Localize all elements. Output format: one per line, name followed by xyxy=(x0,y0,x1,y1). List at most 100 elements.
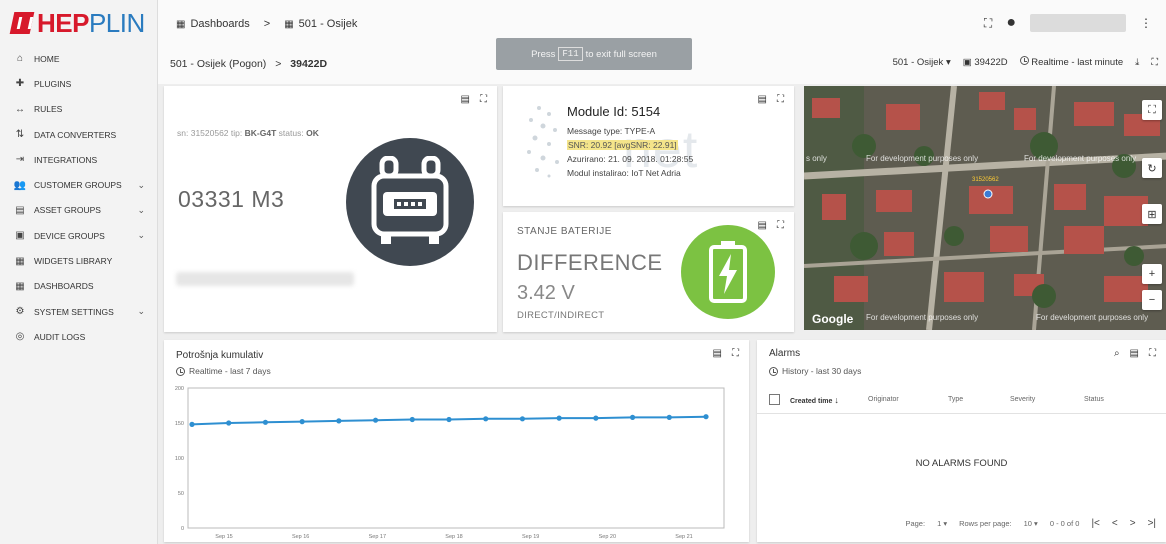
fullscreen-icon[interactable]: ⛶ xyxy=(777,220,784,231)
export-icon[interactable]: ▤ xyxy=(461,94,470,105)
map-widget[interactable]: 31520562 s only For development purposes… xyxy=(804,86,1166,330)
entity-device[interactable]: ▣ 39422D xyxy=(963,57,1008,68)
rows-per-page-select[interactable]: 10 ▾ xyxy=(1024,519,1038,528)
alarms-title: Alarms xyxy=(769,348,801,359)
chevron-down-icon[interactable]: ⌄ xyxy=(137,205,145,216)
sidebar-item-rules[interactable]: ↔ RULES xyxy=(0,97,157,122)
download-icon[interactable]: ⤓ xyxy=(1135,57,1139,68)
page-select[interactable]: 1 ▾ xyxy=(937,519,947,528)
sidebar: HEP PLIN ⌂ HOME ✚ PLUGINS ↔ RULES ⇅ DATA CONVERT… xyxy=(0,0,158,544)
timewindow-value: Realtime - last minute xyxy=(1031,57,1124,68)
more-vert-icon[interactable]: ⋮ xyxy=(1140,16,1152,30)
sidebar-item-customer-groups[interactable]: 👥 CUSTOMER GROUPS ⌄ xyxy=(0,172,157,197)
map-zoom-out-icon[interactable]: − xyxy=(1142,290,1162,310)
fullscreen-hint-prefix: Press xyxy=(531,48,556,60)
column-type[interactable]: Type xyxy=(948,396,1010,403)
message-type: Message type: TYPE-A xyxy=(567,126,656,136)
x-tick-label: Sep 19 xyxy=(522,534,539,540)
plot-area xyxy=(187,387,725,529)
sidebar-item-audit-logs[interactable]: ◎ AUDIT LOGS xyxy=(0,324,157,349)
state-breadcrumb-separator: > xyxy=(275,58,282,70)
chevron-down-icon[interactable]: ⌄ xyxy=(137,306,145,317)
map-zoom-in-icon[interactable]: + xyxy=(1142,264,1162,284)
sidebar-item-label: RULES xyxy=(34,104,63,115)
module-details: Message type: TYPE-A SNR: 20.92 [avgSNR:… xyxy=(567,124,693,180)
clock-icon xyxy=(1019,56,1029,65)
column-created-time[interactable]: Created time ↓ xyxy=(790,395,868,405)
sidebar-item-label: WIDGETS LIBRARY xyxy=(34,256,113,267)
first-page-icon[interactable]: |< xyxy=(1091,518,1099,529)
data-point xyxy=(409,416,415,423)
fullscreen-dashboard-icon[interactable]: ⛶ xyxy=(1151,57,1158,68)
prev-page-icon[interactable]: < xyxy=(1112,518,1118,529)
snr-value: SNR: 20.92 [avgSNR: 22.91] xyxy=(567,140,678,150)
y-tick-label: 50 xyxy=(178,491,184,497)
export-icon[interactable]: ▤ xyxy=(758,220,767,231)
fullscreen-hint: Press F11 to exit full screen xyxy=(496,38,692,70)
card-tools: ▤ ⛶ xyxy=(758,220,784,231)
fullscreen-icon[interactable]: ⛶ xyxy=(480,94,487,105)
sidebar-item-integrations[interactable]: ⇥ INTEGRATIONS xyxy=(0,147,157,172)
x-tick-label: Sep 15 xyxy=(215,534,232,540)
account-area: ⛶ ● ⋮ xyxy=(984,14,1152,32)
chevron-down-icon[interactable]: ⌄ xyxy=(137,180,145,191)
state-breadcrumb-state[interactable]: 501 - Osijek (Pogon) xyxy=(170,58,266,70)
fullscreen-icon[interactable]: ⛶ xyxy=(1149,348,1156,359)
sidebar-item-label: AUDIT LOGS xyxy=(34,331,86,342)
entity-select-value: 501 - Osijek xyxy=(892,56,944,68)
sidebar-item-system-settings[interactable]: ⚙ SYSTEM SETTINGS ⌄ xyxy=(0,299,157,324)
card-tools: ⌕ ▤ ⛶ xyxy=(1114,348,1156,359)
breadcrumb-dashboards[interactable]: Dashboards xyxy=(190,18,249,30)
entity-select[interactable]: 501 - Osijek ▾ xyxy=(893,57,951,68)
column-severity[interactable]: Severity xyxy=(1010,396,1084,403)
customer-groups-icon: 👥 xyxy=(13,179,27,191)
meter-info: sn: 31520562 tip: BK-G4T status: OK xyxy=(177,128,319,138)
account-icon[interactable]: ● xyxy=(1006,14,1016,32)
sidebar-item-device-groups[interactable]: ▣ DEVICE GROUPS ⌄ xyxy=(0,223,157,248)
battery-title: STANJE BATERIJE xyxy=(517,226,612,237)
account-name[interactable] xyxy=(1030,14,1126,32)
sidebar-item-plugins[interactable]: ✚ PLUGINS xyxy=(0,71,157,96)
logo-mark-icon xyxy=(9,12,35,34)
fullscreen-icon[interactable]: ⛶ xyxy=(777,94,784,105)
sidebar-item-data-converters[interactable]: ⇅ DATA CONVERTERS xyxy=(0,122,157,147)
fullscreen-icon[interactable]: ⛶ xyxy=(984,16,992,31)
hepplin-logo[interactable]: HEP PLIN xyxy=(0,0,157,46)
data-point xyxy=(556,415,562,421)
map-layers-icon[interactable]: ⊞ xyxy=(1142,204,1162,224)
home-icon: ⌂ xyxy=(16,53,24,65)
data-point xyxy=(483,416,489,422)
data-point xyxy=(226,420,232,426)
sidebar-item-widgets-library[interactable]: ▦ WIDGETS LIBRARY xyxy=(0,248,157,273)
timewindow[interactable]: Realtime - last minute xyxy=(1019,56,1124,68)
map-reset-icon[interactable]: ↻ xyxy=(1142,158,1162,178)
sidebar-item-asset-groups[interactable]: ▤ ASSET GROUPS ⌄ xyxy=(0,198,157,223)
sidebar-item-home[interactable]: ⌂ HOME xyxy=(0,46,157,71)
sn-value: 31520562 xyxy=(190,128,229,138)
module-id: Module Id: 5154 xyxy=(567,104,661,119)
x-tick-label: Sep 17 xyxy=(369,534,386,540)
x-tick-label: Sep 18 xyxy=(445,534,462,540)
device-icon: ▣ xyxy=(962,56,972,68)
select-all-checkbox[interactable] xyxy=(769,394,780,405)
search-icon[interactable]: ⌕ xyxy=(1114,348,1120,359)
map-fullscreen-icon[interactable]: ⛶ xyxy=(1142,100,1162,120)
alarms-pager: Page: 1 ▾ Rows per page: 10 ▾ 0 - 0 of 0… xyxy=(905,518,1156,529)
export-icon[interactable]: ▤ xyxy=(1130,348,1139,359)
column-originator[interactable]: Originator xyxy=(868,396,948,403)
alarms-timewindow[interactable]: History - last 30 days xyxy=(769,366,861,376)
chevron-down-icon[interactable]: ⌄ xyxy=(137,230,145,241)
map-watermark: For development purposes only xyxy=(1024,154,1137,163)
data-converters-icon: ⇅ xyxy=(15,129,25,141)
sidebar-item-dashboards[interactable]: ▦ DASHBOARDS xyxy=(0,274,157,299)
last-page-icon[interactable]: >| xyxy=(1148,518,1156,529)
sidebar-item-label: SYSTEM SETTINGS xyxy=(34,306,114,317)
next-page-icon[interactable]: > xyxy=(1130,518,1136,529)
export-icon[interactable]: ▤ xyxy=(758,94,767,105)
status-value: OK xyxy=(306,128,319,138)
column-status[interactable]: Status xyxy=(1084,396,1104,403)
data-point xyxy=(666,414,672,420)
map-marker-label: 31520562 xyxy=(972,177,999,183)
clock-icon xyxy=(769,366,778,376)
alarms-timewindow-label: History - last 30 days xyxy=(782,366,862,376)
